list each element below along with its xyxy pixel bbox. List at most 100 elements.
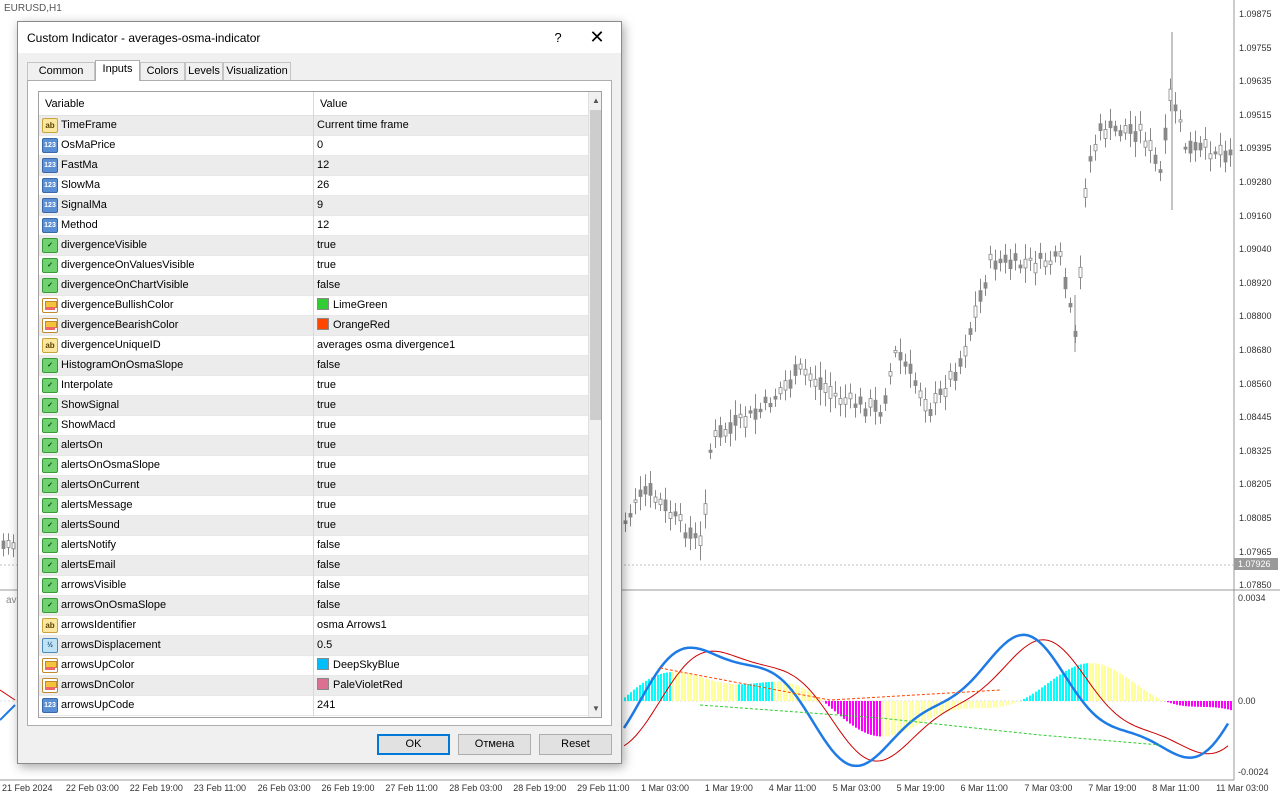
param-row[interactable]: 123 OsMaPrice 0 <box>39 136 588 156</box>
param-value-cell[interactable]: 12 <box>315 216 588 236</box>
column-header-value[interactable]: Value <box>314 92 588 116</box>
param-row[interactable]: 123 SignalMa 9 <box>39 196 588 216</box>
param-row[interactable]: ✓ arrowsOnOsmaSlope false <box>39 596 588 616</box>
param-value-cell[interactable]: true <box>315 496 588 516</box>
param-variable-cell[interactable]: 123 SlowMa <box>39 176 314 196</box>
param-variable-cell[interactable]: ✓ alertsMessage <box>39 496 314 516</box>
param-value-cell[interactable]: PaleVioletRed <box>315 676 588 696</box>
param-variable-cell[interactable]: ab arrowsIdentifier <box>39 616 314 636</box>
param-value-cell[interactable]: true <box>315 376 588 396</box>
ok-button[interactable]: OK <box>377 734 450 755</box>
vertical-scrollbar[interactable]: ▲ ▼ <box>588 92 601 717</box>
param-value-cell[interactable]: true <box>315 416 588 436</box>
param-value-cell[interactable]: 0.5 <box>315 636 588 656</box>
tab-levels[interactable]: Levels <box>185 62 223 80</box>
param-row[interactable]: ✓ ShowSignal true <box>39 396 588 416</box>
param-row[interactable]: divergenceBullishColor LimeGreen <box>39 296 588 316</box>
param-row[interactable]: ✓ alertsEmail false <box>39 556 588 576</box>
dialog-titlebar[interactable]: Custom Indicator - averages-osma-indicat… <box>18 22 621 53</box>
param-row[interactable]: arrowsDnColor PaleVioletRed <box>39 676 588 696</box>
param-row[interactable]: ✓ alertsOnCurrent true <box>39 476 588 496</box>
close-button[interactable]: ✕ <box>584 26 610 48</box>
tab-inputs[interactable]: Inputs <box>95 60 140 81</box>
param-row[interactable]: 123 SlowMa 26 <box>39 176 588 196</box>
param-row[interactable]: ✓ arrowsVisible false <box>39 576 588 596</box>
param-variable-cell[interactable]: divergenceBearishColor <box>39 316 314 336</box>
param-value-cell[interactable]: false <box>315 556 588 576</box>
param-row[interactable]: arrowsUpColor DeepSkyBlue <box>39 656 588 676</box>
param-variable-cell[interactable]: ½ arrowsDisplacement <box>39 636 314 656</box>
param-value-cell[interactable]: 9 <box>315 196 588 216</box>
param-row[interactable]: ab arrowsIdentifier osma Arrows1 <box>39 616 588 636</box>
param-value-cell[interactable]: Current time frame <box>315 116 588 136</box>
param-variable-cell[interactable]: ✓ alertsNotify <box>39 536 314 556</box>
scroll-down-icon[interactable]: ▼ <box>589 700 601 717</box>
param-value-cell[interactable]: osma Arrows1 <box>315 616 588 636</box>
param-row[interactable]: divergenceBearishColor OrangeRed <box>39 316 588 336</box>
param-row[interactable]: ✓ HistogramOnOsmaSlope false <box>39 356 588 376</box>
param-variable-cell[interactable]: ✓ alertsOn <box>39 436 314 456</box>
param-value-cell[interactable]: false <box>315 596 588 616</box>
param-row[interactable]: ✓ alertsOn true <box>39 436 588 456</box>
param-variable-cell[interactable]: 123 FastMa <box>39 156 314 176</box>
param-variable-cell[interactable]: 123 Method <box>39 216 314 236</box>
scroll-up-icon[interactable]: ▲ <box>589 92 601 109</box>
param-row[interactable]: ✓ alertsNotify false <box>39 536 588 556</box>
param-row[interactable]: ✓ Interpolate true <box>39 376 588 396</box>
param-variable-cell[interactable]: ✓ ShowSignal <box>39 396 314 416</box>
reset-button[interactable]: Reset <box>539 734 612 755</box>
param-row[interactable]: ✓ ShowMacd true <box>39 416 588 436</box>
param-value-cell[interactable]: false <box>315 576 588 596</box>
param-value-cell[interactable]: true <box>315 436 588 456</box>
param-value-cell[interactable]: averages osma divergence1 <box>315 336 588 356</box>
tab-common[interactable]: Common <box>27 62 95 80</box>
param-value-cell[interactable]: false <box>315 356 588 376</box>
param-value-cell[interactable]: 12 <box>315 156 588 176</box>
param-value-cell[interactable]: true <box>315 456 588 476</box>
param-variable-cell[interactable]: ✓ HistogramOnOsmaSlope <box>39 356 314 376</box>
column-header-variable[interactable]: Variable <box>39 92 314 116</box>
param-variable-cell[interactable]: arrowsDnColor <box>39 676 314 696</box>
param-variable-cell[interactable]: arrowsUpColor <box>39 656 314 676</box>
param-row[interactable]: ✓ alertsMessage true <box>39 496 588 516</box>
param-value-cell[interactable]: true <box>315 476 588 496</box>
param-value-cell[interactable]: false <box>315 276 588 296</box>
param-row[interactable]: ✓ alertsOnOsmaSlope true <box>39 456 588 476</box>
tab-visualization[interactable]: Visualization <box>223 62 291 80</box>
param-value-cell[interactable]: false <box>315 536 588 556</box>
param-row[interactable]: ½ arrowsDisplacement 0.5 <box>39 636 588 656</box>
param-variable-cell[interactable]: ✓ divergenceOnValuesVisible <box>39 256 314 276</box>
param-row[interactable]: ab TimeFrame Current time frame <box>39 116 588 136</box>
param-row[interactable]: 123 Method 12 <box>39 216 588 236</box>
param-variable-cell[interactable]: ✓ ShowMacd <box>39 416 314 436</box>
param-variable-cell[interactable]: ✓ alertsEmail <box>39 556 314 576</box>
tab-colors[interactable]: Colors <box>140 62 185 80</box>
param-variable-cell[interactable]: 123 OsMaPrice <box>39 136 314 156</box>
param-row[interactable]: 123 arrowsUpCode 241 <box>39 696 588 716</box>
param-row[interactable]: ✓ divergenceVisible true <box>39 236 588 256</box>
param-variable-cell[interactable]: ab TimeFrame <box>39 116 314 136</box>
param-variable-cell[interactable]: 123 SignalMa <box>39 196 314 216</box>
param-value-cell[interactable]: true <box>315 236 588 256</box>
param-variable-cell[interactable]: ✓ divergenceVisible <box>39 236 314 256</box>
param-row[interactable]: ✓ alertsSound true <box>39 516 588 536</box>
param-value-cell[interactable]: 26 <box>315 176 588 196</box>
param-value-cell[interactable]: OrangeRed <box>315 316 588 336</box>
param-variable-cell[interactable]: ✓ alertsOnCurrent <box>39 476 314 496</box>
param-row[interactable]: ✓ divergenceOnValuesVisible true <box>39 256 588 276</box>
param-row[interactable]: ab divergenceUniqueID averages osma diverg… <box>39 336 588 356</box>
cancel-button[interactable]: Отмена <box>458 734 531 755</box>
param-value-cell[interactable]: true <box>315 256 588 276</box>
param-variable-cell[interactable]: divergenceBullishColor <box>39 296 314 316</box>
param-variable-cell[interactable]: ✓ Interpolate <box>39 376 314 396</box>
help-button[interactable]: ? <box>548 28 568 48</box>
param-variable-cell[interactable]: ✓ arrowsOnOsmaSlope <box>39 596 314 616</box>
param-variable-cell[interactable]: ✓ alertsSound <box>39 516 314 536</box>
param-value-cell[interactable]: 241 <box>315 696 588 716</box>
param-row[interactable]: 123 FastMa 12 <box>39 156 588 176</box>
scroll-thumb[interactable] <box>590 110 601 420</box>
param-variable-cell[interactable]: ✓ arrowsVisible <box>39 576 314 596</box>
param-variable-cell[interactable]: ✓ divergenceOnChartVisible <box>39 276 314 296</box>
param-variable-cell[interactable]: ✓ alertsOnOsmaSlope <box>39 456 314 476</box>
param-value-cell[interactable]: DeepSkyBlue <box>315 656 588 676</box>
